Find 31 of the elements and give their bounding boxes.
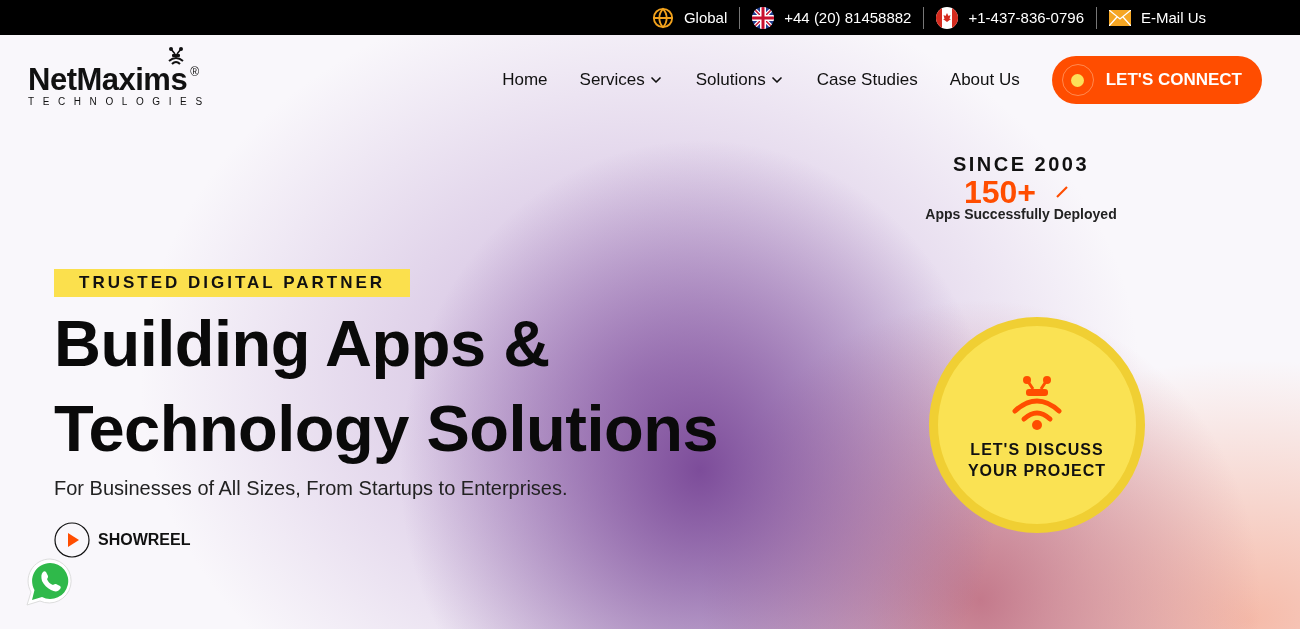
hero-title: Technology Solutions	[54, 391, 719, 467]
logo-name: NetMaxims	[28, 65, 188, 95]
discuss-label: YOUR PROJECT	[967, 461, 1107, 481]
apps-count: 150+	[963, 176, 1037, 208]
top-bar-link[interactable]: E-Mail Us	[1141, 9, 1206, 26]
registered-mark: ®	[190, 65, 200, 79]
flag-icon	[752, 6, 775, 29]
nav-link[interactable]: Home	[502, 70, 548, 90]
slash-icon	[1056, 186, 1069, 198]
nav-link[interactable]: About Us	[949, 70, 1020, 90]
hero-subtitle: For Businesses of All Sizes, From Startups to Enterprises.	[54, 477, 568, 500]
flag-icon	[936, 6, 959, 29]
apps-caption: Apps Successfully Deployed	[925, 206, 1117, 222]
top-bar-link[interactable]: +1-437-836-0796	[968, 9, 1084, 26]
nav-link[interactable]: Solutions	[695, 70, 785, 90]
bee-icon	[1011, 375, 1063, 431]
nav-link[interactable]: Case Studies	[816, 70, 918, 90]
top-bar-link[interactable]: +44 (20) 81458882	[784, 9, 912, 26]
discuss-label: LET'S DISCUSS	[970, 440, 1104, 460]
top-bar-link[interactable]: Global	[683, 9, 728, 26]
partner-badge: TRUSTED DIGITAL PARTNER	[54, 269, 411, 297]
nav-link[interactable]: Services	[579, 70, 664, 90]
logo-tagline: TECHNOLOGIES	[28, 95, 211, 109]
showreel-link[interactable]: SHOWREEL	[54, 522, 191, 558]
play-icon	[54, 522, 90, 558]
hero-title: Building Apps &	[54, 306, 551, 382]
since-label: SINCE 2003	[952, 153, 1090, 176]
mail-icon	[1109, 9, 1131, 26]
antenna-icon	[168, 47, 184, 67]
globe-icon	[651, 6, 674, 29]
discuss-button[interactable]: LET'S DISCUSS YOUR PROJECT	[929, 317, 1145, 533]
